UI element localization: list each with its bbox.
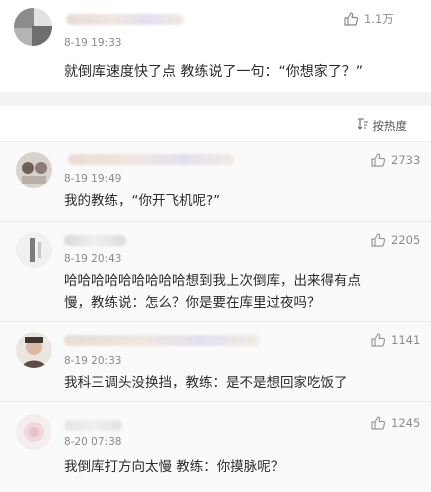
avatar[interactable] (14, 8, 52, 46)
sort-label: 按热度 (372, 118, 408, 133)
comment-text-line-2: 慢，教练说：怎么？你是要在库里过夜吗？ (64, 295, 321, 311)
comment-like-button[interactable]: 2205 (370, 232, 420, 248)
comment-like-button[interactable]: 1141 (370, 332, 420, 348)
comment-text: 我的教练，“你开飞机呢?” (64, 193, 221, 209)
post-timestamp: 8-19 19:33 (64, 37, 122, 49)
comment-text: 我倒库打方向太慢 教练：你摸脉呢？ (64, 459, 285, 475)
comment-like-button[interactable]: 2733 (370, 152, 420, 168)
username-blurred[interactable] (68, 154, 234, 165)
comment-text: 我科三调头没换挡，教练：是不是想回家吃饭了 (64, 375, 348, 391)
sort-bar: 按热度 (0, 106, 431, 142)
comment-like-count: 2205 (391, 233, 421, 247)
comment-item: 8-20 07:38 1245 我倒库打方向太慢 教练：你摸脉呢？ (0, 402, 431, 492)
sort-icon (356, 117, 370, 134)
comment-timestamp: 8-19 20:43 (64, 253, 122, 265)
comment-timestamp: 8-19 19:49 (64, 173, 122, 185)
thumbs-up-icon (343, 11, 359, 27)
avatar[interactable] (16, 332, 52, 368)
thumbs-up-icon (370, 332, 386, 348)
avatar[interactable] (16, 414, 52, 450)
username-blurred[interactable] (66, 14, 184, 25)
post-like-count: 1.1万 (364, 12, 394, 26)
post-text: 就倒库速度快了点 教练说了一句：“你想家了？” (64, 64, 363, 80)
comment-timestamp: 8-20 07:38 (64, 436, 122, 448)
comment-timestamp: 8-19 20:33 (64, 355, 122, 367)
comment-text-line-1: 哈哈哈哈哈哈哈哈哈想到我上次倒库，出来得有点 (64, 273, 361, 289)
comment-like-count: 2733 (391, 153, 421, 167)
thumbs-up-icon (370, 415, 386, 431)
avatar[interactable] (16, 232, 52, 268)
thumbs-up-icon (370, 232, 386, 248)
username-blurred[interactable] (64, 335, 260, 346)
comment-item: 8-19 19:49 2733 我的教练，“你开飞机呢?” (0, 142, 431, 222)
comment-like-button[interactable]: 1245 (370, 415, 420, 431)
comment-item: 8-19 20:43 2205 哈哈哈哈哈哈哈哈哈想到我上次倒库，出来得有点 慢… (0, 222, 431, 322)
section-divider (0, 92, 431, 106)
comment-item: 8-19 20:33 1141 我科三调头没换挡，教练：是不是想回家吃饭了 (0, 322, 431, 402)
username-blurred[interactable] (64, 235, 126, 246)
thumbs-up-icon (370, 152, 386, 168)
top-post: 8-19 19:33 1.1万 就倒库速度快了点 教练说了一句：“你想家了？” (0, 0, 431, 92)
sort-by-hot-button[interactable]: 按热度 (356, 117, 408, 134)
avatar[interactable] (16, 152, 52, 188)
username-blurred[interactable] (64, 420, 122, 431)
comment-like-count: 1141 (391, 333, 421, 347)
post-like-button[interactable]: 1.1万 (343, 11, 394, 27)
comment-like-count: 1245 (391, 416, 421, 430)
